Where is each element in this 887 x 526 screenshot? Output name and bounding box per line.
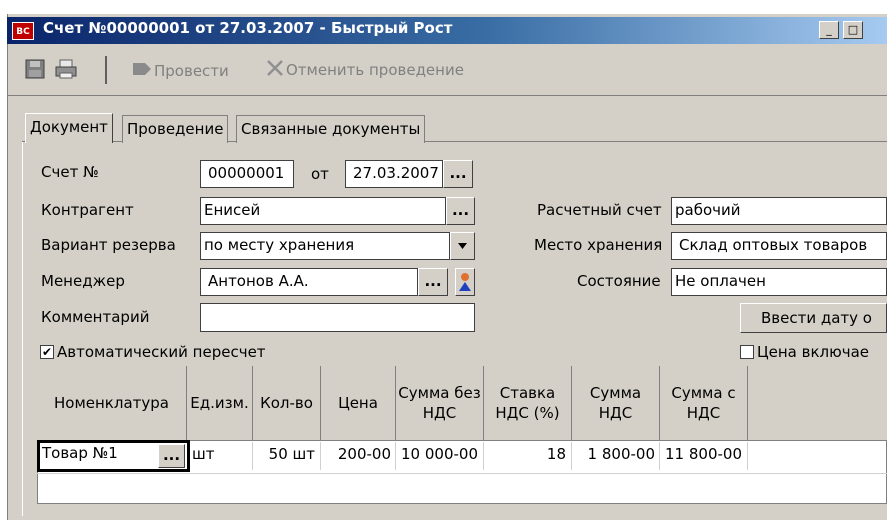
minimize-button[interactable]: _ xyxy=(819,21,839,39)
chevron-down-icon xyxy=(458,243,467,249)
column-header-sum-without-vat[interactable]: Сумма без НДС xyxy=(396,366,484,441)
comment-field[interactable] xyxy=(200,303,475,332)
reserve-variant-select[interactable]: по месту хранения xyxy=(200,232,450,260)
window-title: Счет №00000001 от 27.03.2007 - Быстрый Р… xyxy=(43,19,453,37)
column-header-vat-sum[interactable]: Сумма НДС xyxy=(572,366,660,441)
counterparty-label: Контрагент xyxy=(41,201,134,219)
price-includes-label: Цена включае xyxy=(757,343,870,361)
manager-field[interactable]: Антонов А.А. xyxy=(200,268,418,296)
tab-related-documents[interactable]: Связанные документы xyxy=(236,115,426,143)
tab-posting[interactable]: Проведение xyxy=(122,115,229,143)
table-cell-vat-sum[interactable]: 1 800-00 xyxy=(572,442,660,470)
reserve-dropdown-button[interactable] xyxy=(450,232,475,260)
counterparty-field[interactable]: Енисей xyxy=(200,197,446,225)
cancel-posting-label: Отменить проведение xyxy=(286,61,464,79)
nomenclature-select-button[interactable]: ... xyxy=(158,444,185,468)
enter-date-button[interactable]: Ввести дату о xyxy=(740,303,887,333)
table-cell-unit[interactable]: шт xyxy=(190,442,253,470)
auto-recalc-label: Автоматический пересчет xyxy=(57,343,266,361)
post-icon xyxy=(130,57,154,85)
column-header-nomenclature[interactable]: Номенклатура xyxy=(37,366,187,441)
toolbar-separator xyxy=(105,56,107,84)
manager-user-button[interactable] xyxy=(455,268,475,296)
user-icon xyxy=(459,273,471,291)
cancel-posting-button[interactable]: Отменить проведение xyxy=(264,57,464,83)
counterparty-select-button[interactable]: ... xyxy=(446,197,475,225)
state-label: Состояние xyxy=(577,272,661,290)
column-header-sum-with-vat[interactable]: Сумма с НДС xyxy=(660,366,748,441)
print-icon[interactable] xyxy=(54,58,77,80)
account-field[interactable]: рабочий xyxy=(671,197,887,225)
table-cell-price[interactable]: 200-00 xyxy=(321,442,396,470)
reserve-variant-label: Вариант резерва xyxy=(41,236,176,254)
manager-select-button[interactable]: ... xyxy=(418,268,448,296)
post-label: Провести xyxy=(154,62,229,80)
tab-document[interactable]: Документ xyxy=(25,113,113,143)
table-cell-nomenclature-active[interactable]: Товар №1 ... xyxy=(37,440,190,472)
storage-field[interactable]: Склад оптовых товаров xyxy=(671,232,887,260)
state-field[interactable]: Не оплачен xyxy=(671,268,887,296)
post-button[interactable]: Провести xyxy=(130,57,229,85)
column-header-price[interactable]: Цена xyxy=(321,366,396,441)
save-icon[interactable] xyxy=(24,58,46,80)
manager-label: Менеджер xyxy=(41,272,125,290)
column-header-empty xyxy=(748,366,887,441)
date-picker-button[interactable]: ... xyxy=(443,160,473,188)
app-icon: BC xyxy=(12,22,34,40)
column-header-quantity[interactable]: Кол-во xyxy=(253,366,321,441)
cross-icon xyxy=(264,57,286,83)
table-cell-vat-rate[interactable]: 18 xyxy=(484,442,572,470)
auto-recalc-checkbox[interactable]: ✔ xyxy=(40,345,54,359)
storage-label: Место хранения xyxy=(534,236,663,254)
invoice-number-label: Счет № xyxy=(41,163,99,181)
invoice-number-field[interactable]: 00000001 xyxy=(200,160,294,188)
table-cell-nomenclature: Товар №1 xyxy=(42,444,118,462)
price-includes-checkbox[interactable] xyxy=(740,345,754,359)
column-header-vat-rate[interactable]: Ставка НДС (%) xyxy=(484,366,572,441)
column-header-unit[interactable]: Ед.изм. xyxy=(187,366,253,441)
account-label: Расчетный счет xyxy=(537,201,662,219)
table-row-divider xyxy=(37,473,887,474)
date-field[interactable]: 27.03.2007 xyxy=(345,160,443,188)
table-cell-quantity[interactable]: 50 шт xyxy=(253,442,321,470)
comment-label: Комментарий xyxy=(41,308,150,326)
table-cell-sum-without-vat[interactable]: 10 000-00 xyxy=(396,442,484,470)
toolbar: Провести Отменить проведение xyxy=(8,46,887,96)
maximize-button[interactable]: □ xyxy=(843,21,863,39)
title-bar[interactable]: BC Счет №00000001 от 27.03.2007 - Быстры… xyxy=(7,17,887,44)
table-cell-sum-with-vat[interactable]: 11 800-00 xyxy=(660,442,748,470)
date-label: от xyxy=(311,165,329,183)
